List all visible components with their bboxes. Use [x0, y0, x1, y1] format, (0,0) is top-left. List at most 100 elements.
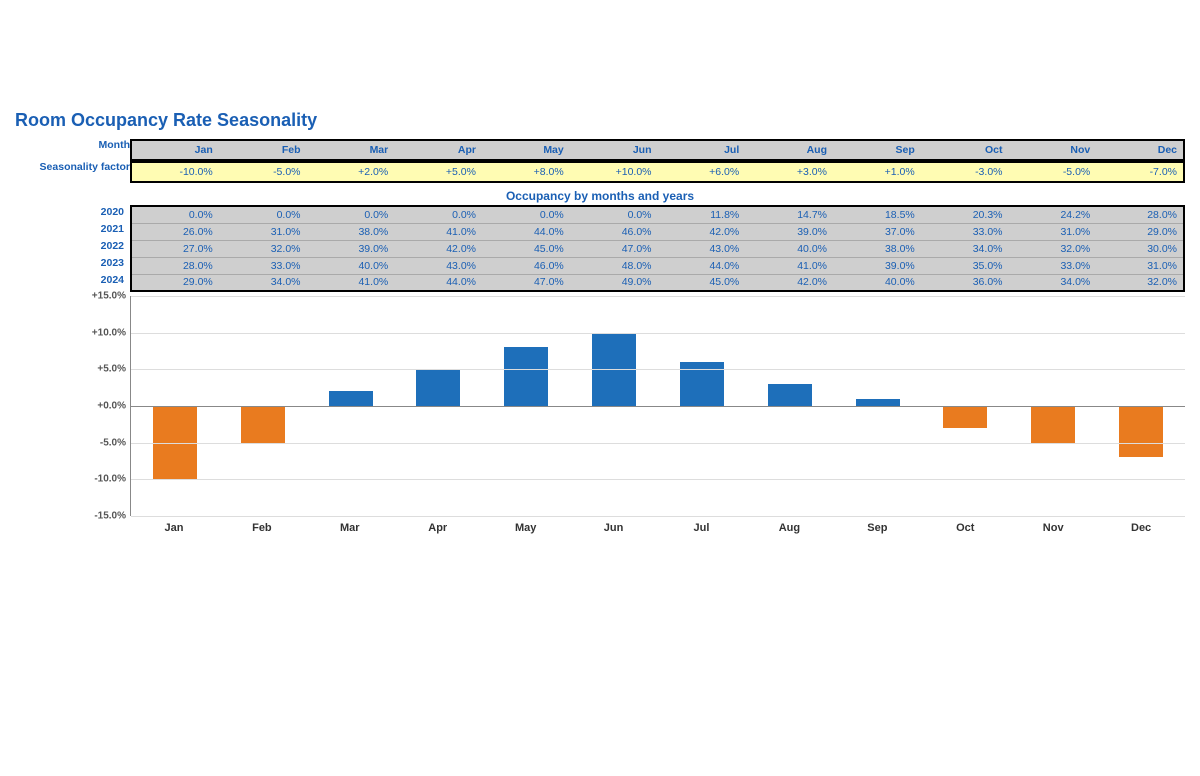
occupancy-cell: 38.0% — [307, 223, 395, 240]
occupancy-cell: 0.0% — [219, 206, 307, 223]
seasonality-cell: -10.0% — [131, 162, 219, 182]
table-row: 29.0%34.0%41.0%44.0%47.0%49.0%45.0%42.0%… — [131, 274, 1184, 291]
month-header-cell: Feb — [219, 140, 307, 160]
occupancy-cell: 39.0% — [833, 257, 921, 274]
seasonality-cell: +6.0% — [658, 162, 746, 182]
table-row: 0.0%0.0%0.0%0.0%0.0%0.0%11.8%14.7%18.5%2… — [131, 206, 1184, 223]
month-header-cell: Nov — [1009, 140, 1097, 160]
grid-line — [131, 443, 1185, 444]
seasonality-row: Seasonality factor -10.0%-5.0%+2.0%+5.0%… — [15, 161, 1185, 183]
x-tick-label: Aug — [745, 522, 833, 534]
month-header-cell: Jul — [658, 140, 746, 160]
seasonality-cell: +3.0% — [745, 162, 833, 182]
occupancy-cell: 26.0% — [131, 223, 219, 240]
occupancy-cell: 0.0% — [570, 206, 658, 223]
year-label: 2023 — [15, 256, 130, 273]
occupancy-cell: 32.0% — [219, 240, 307, 257]
bar — [768, 384, 812, 406]
occupancy-cell: 45.0% — [658, 274, 746, 291]
year-label: 2020 — [15, 205, 130, 222]
x-tick-label: Mar — [306, 522, 394, 534]
month-header-cell: Aug — [745, 140, 833, 160]
occupancy-cell: 42.0% — [658, 223, 746, 240]
x-tick-label: Sep — [833, 522, 921, 534]
chart-x-axis: JanFebMarAprMayJunJulAugSepOctNovDec — [130, 522, 1185, 534]
seasonality-cell: +8.0% — [482, 162, 570, 182]
occupancy-subtitle: Occupancy by months and years — [15, 183, 1185, 205]
y-tick-label: +15.0% — [92, 291, 126, 302]
year-label: 2021 — [15, 222, 130, 239]
occupancy-cell: 28.0% — [131, 257, 219, 274]
seasonality-cell: +10.0% — [570, 162, 658, 182]
occupancy-cell: 28.0% — [1096, 206, 1184, 223]
y-tick-label: -10.0% — [94, 474, 126, 485]
table-row: 26.0% 31.0% 38.0%41.0%44.0%46.0%42.0%39.0%… — [131, 223, 1184, 240]
occupancy-cell: 29.0% — [1096, 223, 1184, 240]
occupancy-cell: 44.0% — [658, 257, 746, 274]
occupancy-cell: 34.0% — [219, 274, 307, 291]
occupancy-cell: 44.0% — [482, 223, 570, 240]
y-tick-label: +5.0% — [97, 364, 126, 375]
occupancy-cell: 38.0% — [833, 240, 921, 257]
bar — [1119, 406, 1163, 457]
chart-plot-area — [130, 296, 1185, 516]
grid-line — [131, 333, 1185, 334]
occupancy-cell: 41.0% — [394, 223, 482, 240]
occupancy-cell: 35.0% — [921, 257, 1009, 274]
occupancy-block: 20202021202220232024 0.0%0.0%0.0%0.0%0.0… — [15, 205, 1185, 292]
occupancy-cell: 24.2% — [1009, 206, 1097, 223]
month-header-cell: May — [482, 140, 570, 160]
year-label-column: 20202021202220232024 — [15, 205, 130, 292]
occupancy-cell: 39.0% — [745, 223, 833, 240]
x-tick-label: Nov — [1009, 522, 1097, 534]
occupancy-cell: 46.0% — [570, 223, 658, 240]
year-label: 2022 — [15, 239, 130, 256]
occupancy-cell: 30.0% — [1096, 240, 1184, 257]
occupancy-cell: 32.0% — [1096, 274, 1184, 291]
grid-line — [131, 406, 1185, 407]
occupancy-cell: 45.0% — [482, 240, 570, 257]
month-header-cell: Dec — [1096, 140, 1184, 160]
x-tick-label: Jul — [658, 522, 746, 534]
occupancy-cell: 43.0% — [394, 257, 482, 274]
occupancy-cell: 42.0% — [745, 274, 833, 291]
occupancy-cell: 44.0% — [394, 274, 482, 291]
y-tick-label: -5.0% — [100, 437, 126, 448]
occupancy-cell: 33.0% — [1009, 257, 1097, 274]
occupancy-cell: 40.0% — [745, 240, 833, 257]
x-tick-label: Feb — [218, 522, 306, 534]
bar — [504, 347, 548, 406]
occupancy-cell: 33.0% — [921, 223, 1009, 240]
occupancy-cell: 14.7% — [745, 206, 833, 223]
page-title: Room Occupancy Rate Seasonality — [15, 110, 1185, 131]
seasonality-cell: +2.0% — [307, 162, 395, 182]
x-tick-label: Oct — [921, 522, 1009, 534]
report-container: Room Occupancy Rate Seasonality Month Ja… — [0, 100, 1200, 544]
occupancy-cell: 0.0% — [307, 206, 395, 223]
occupancy-cell: 37.0% — [833, 223, 921, 240]
occupancy-cell: 31.0% — [1009, 223, 1097, 240]
occupancy-cell: 39.0% — [307, 240, 395, 257]
month-header-row: Month JanFebMarAprMayJunJulAugSepOctNovD… — [15, 139, 1185, 161]
year-label: 2024 — [15, 273, 130, 290]
grid-line — [131, 479, 1185, 480]
month-header-cell: Oct — [921, 140, 1009, 160]
bar — [241, 406, 285, 443]
occupancy-cell: 18.5% — [833, 206, 921, 223]
occupancy-cell: 43.0% — [658, 240, 746, 257]
seasonality-cell: +5.0% — [394, 162, 482, 182]
bar — [856, 399, 900, 406]
bar — [329, 391, 373, 406]
month-header-cell: Sep — [833, 140, 921, 160]
seasonality-chart: +15.0%+10.0%+5.0%+0.0%-5.0%-10.0%-15.0% — [15, 296, 1185, 516]
month-header-table: JanFebMarAprMayJunJulAugSepOctNovDec — [130, 139, 1185, 161]
grid-line — [131, 369, 1185, 370]
seasonality-cell: -3.0% — [921, 162, 1009, 182]
occupancy-cell: 41.0% — [745, 257, 833, 274]
occupancy-cell: 47.0% — [482, 274, 570, 291]
x-tick-label: Jan — [130, 522, 218, 534]
seasonality-cell: +1.0% — [833, 162, 921, 182]
occupancy-cell: 31.0% — [1096, 257, 1184, 274]
month-header-cell: Apr — [394, 140, 482, 160]
occupancy-cell: 34.0% — [1009, 274, 1097, 291]
